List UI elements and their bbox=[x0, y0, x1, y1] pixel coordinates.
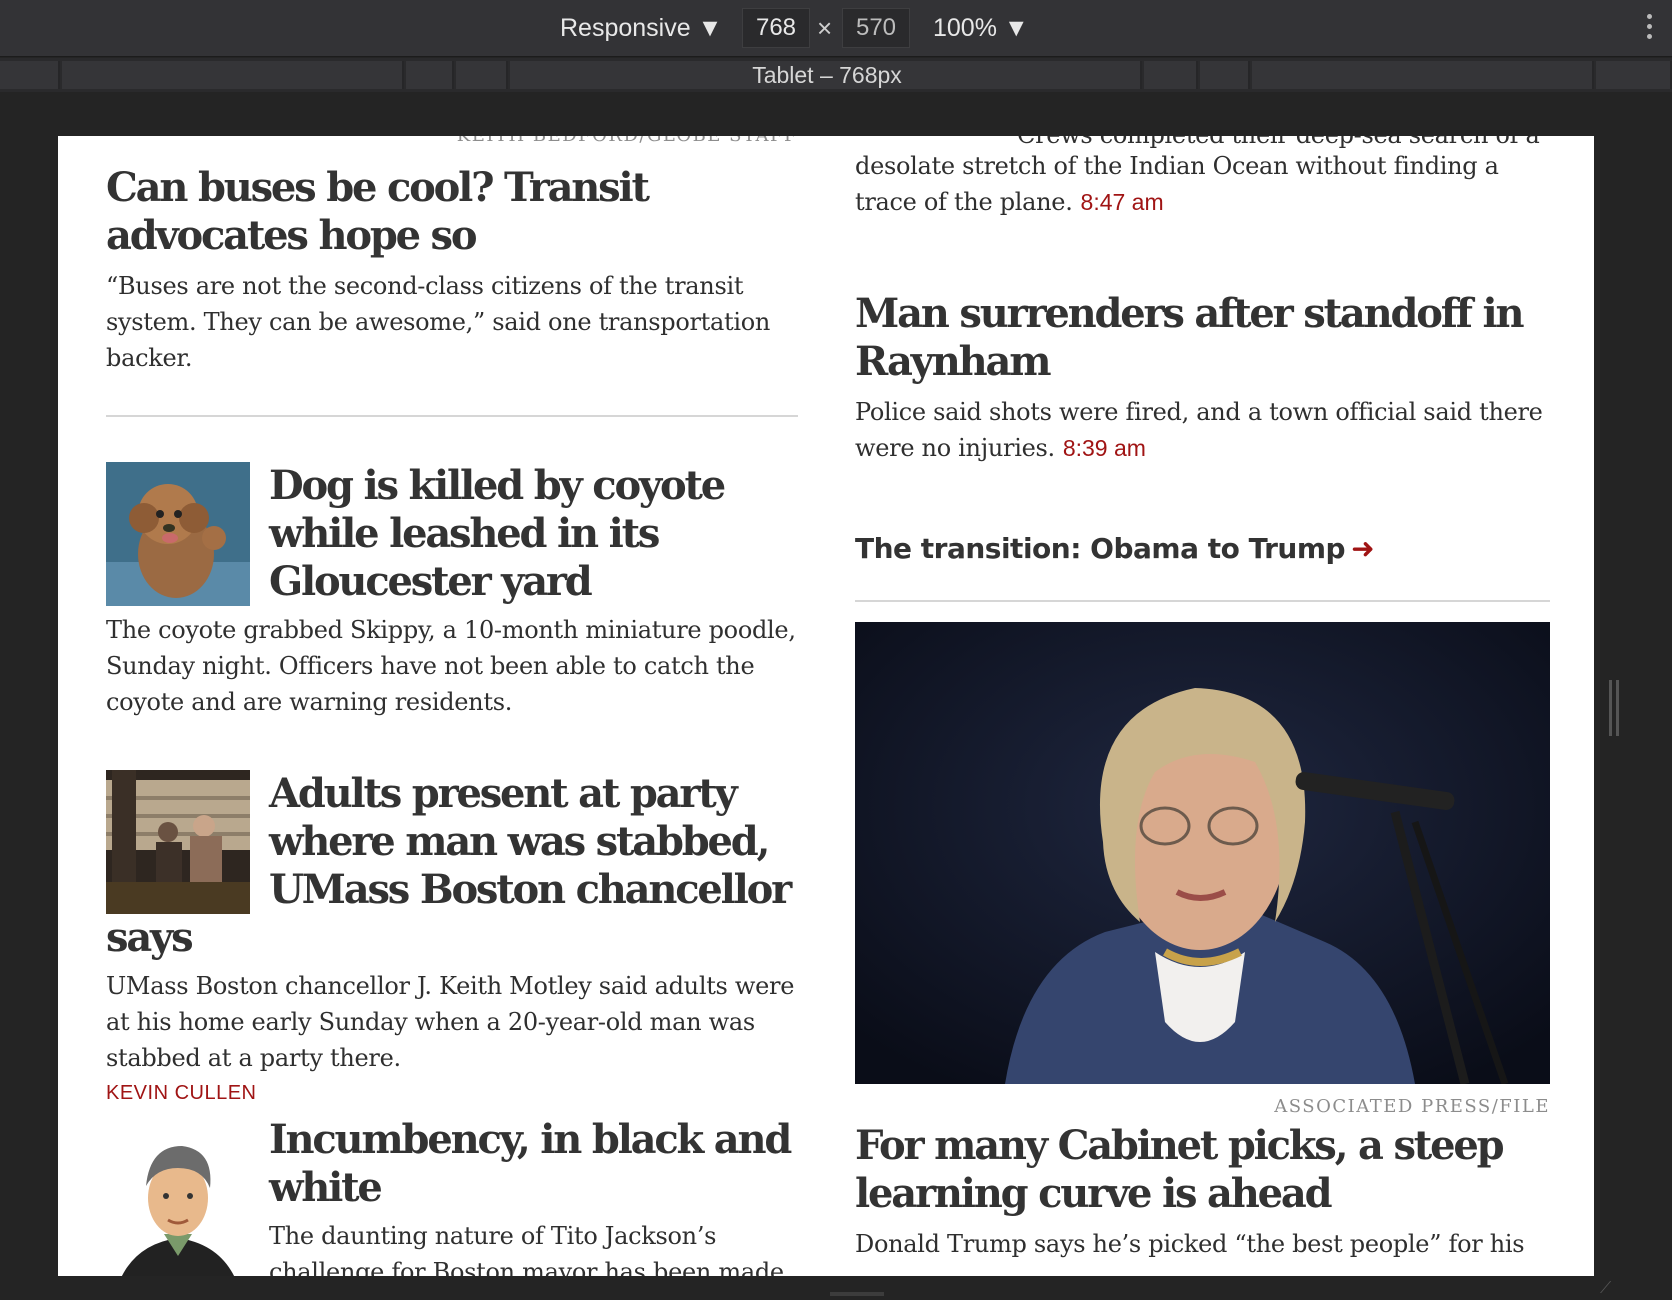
story-card: Man surrenders after standoff in Raynham… bbox=[855, 290, 1550, 466]
story-summary: “Buses are not the second-class citizens… bbox=[106, 272, 771, 372]
story-headline[interactable]: Can buses be cool? Transit advocates hop… bbox=[106, 164, 798, 260]
section-link-label[interactable]: The transition: Obama to Trump bbox=[855, 532, 1346, 565]
story-summary: Police said shots were fired, and a town… bbox=[855, 398, 1543, 462]
columnist-portrait[interactable] bbox=[106, 1116, 269, 1276]
bottom-resize-handle[interactable] bbox=[830, 1292, 884, 1296]
media-query-label: Tablet – 768px bbox=[752, 62, 902, 88]
story-timestamp: 8:39 am bbox=[1062, 435, 1146, 461]
story-summary: desolate stretch of the Indian Ocean wit… bbox=[855, 152, 1499, 216]
columnist-kicker[interactable]: KEVIN CULLEN bbox=[106, 1082, 257, 1105]
story-headline[interactable]: For many Cabinet picks, a steep learning… bbox=[855, 1122, 1550, 1218]
story-summary: Donald Trump says he’s picked “the best … bbox=[855, 1230, 1525, 1258]
story-headline[interactable]: Man surrenders after standoff in Raynham bbox=[855, 290, 1550, 386]
story-summary: UMass Boston chancellor J. Keith Motley … bbox=[106, 972, 795, 1072]
photo-credit: KEITH BEDFORD/GLOBE STAFF bbox=[106, 136, 798, 146]
story-card: Incumbency, in black and white The daunt… bbox=[106, 1116, 798, 1276]
emulated-viewport: KEITH BEDFORD/GLOBE STAFF Can buses be c… bbox=[58, 136, 1594, 1276]
viewport-height-input[interactable]: 570 bbox=[842, 8, 910, 48]
story-card: For many Cabinet picks, a steep learning… bbox=[855, 1122, 1550, 1262]
viewport-width-input[interactable]: 768 bbox=[742, 8, 810, 48]
poodle-photo bbox=[106, 462, 250, 606]
corner-resize-icon[interactable]: ⟋ bbox=[1600, 1280, 1622, 1300]
section-link[interactable]: The transition: Obama to Trump ➜ bbox=[855, 532, 1550, 565]
story-summary: The coyote grabbed Skippy, a 10-month mi… bbox=[106, 616, 796, 716]
story-card: Crews completed their deep-sea search of… bbox=[855, 136, 1550, 220]
story-card: Adults present at party where man was st… bbox=[106, 770, 798, 1076]
arrow-right-icon: ➜ bbox=[1351, 532, 1375, 565]
press-conference-photo bbox=[106, 770, 250, 914]
more-options-icon[interactable] bbox=[1646, 14, 1654, 44]
photo-credit: ASSOCIATED PRESS/FILE bbox=[1274, 1096, 1550, 1117]
story-thumbnail[interactable] bbox=[106, 462, 269, 606]
story-timestamp: 8:47 am bbox=[1080, 189, 1164, 215]
columnist-illustration bbox=[106, 1116, 250, 1276]
divider bbox=[855, 600, 1550, 602]
device-toolbar: Responsive ▼ 768 × 570 100% ▼ bbox=[0, 0, 1672, 57]
dimension-separator: × bbox=[817, 13, 833, 43]
media-query-bar: Tablet – 768px bbox=[0, 58, 1672, 92]
story-card: Can buses be cool? Transit advocates hop… bbox=[106, 164, 798, 376]
story-thumbnail[interactable] bbox=[106, 770, 269, 914]
story-card: Dog is killed by coyote while leashed in… bbox=[106, 462, 798, 720]
device-mode-dropdown[interactable]: Responsive ▼ bbox=[560, 0, 722, 57]
feature-photo[interactable] bbox=[855, 622, 1550, 1084]
resize-handle-icon[interactable] bbox=[1609, 680, 1621, 736]
betsy-devos-photo bbox=[855, 622, 1550, 1084]
divider bbox=[106, 415, 798, 417]
zoom-dropdown[interactable]: 100% ▼ bbox=[933, 0, 1029, 57]
